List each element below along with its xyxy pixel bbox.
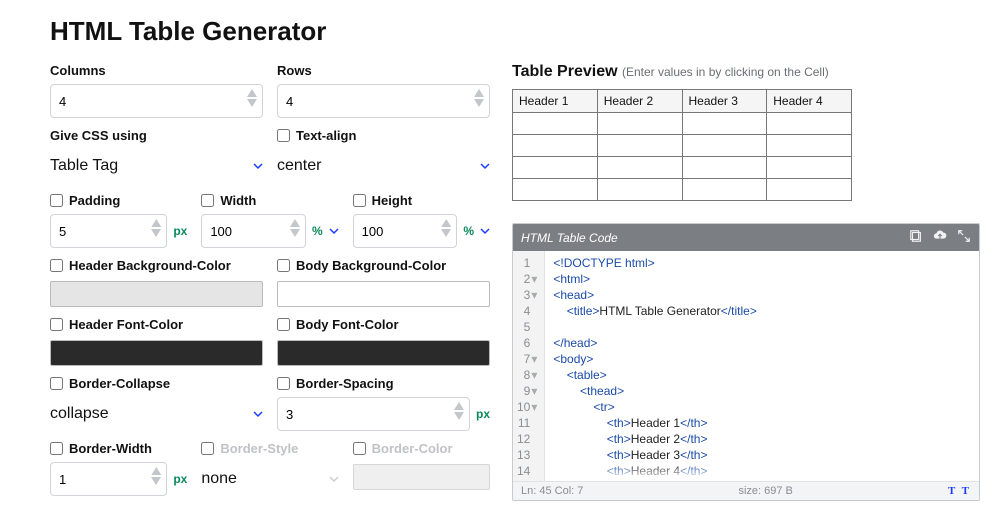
editor-title: HTML Table Code — [521, 231, 618, 245]
preview-cell[interactable] — [682, 135, 767, 157]
stepper-icon[interactable] — [474, 89, 484, 107]
border-collapse-select[interactable]: collapse — [50, 397, 263, 431]
preview-header-cell[interactable]: Header 4 — [767, 90, 852, 113]
height-unit-select[interactable]: % — [463, 224, 490, 238]
header-bg-swatch[interactable] — [50, 281, 263, 307]
body-bg-label[interactable]: Body Background-Color — [277, 258, 490, 273]
columns-input[interactable] — [50, 84, 263, 118]
preview-cell[interactable] — [682, 113, 767, 135]
preview-header-cell[interactable]: Header 1 — [513, 90, 598, 113]
stepper-icon[interactable] — [151, 219, 161, 237]
border-collapse-checkbox[interactable] — [50, 377, 63, 390]
preview-cell[interactable] — [597, 179, 682, 201]
preview-cell[interactable] — [767, 113, 852, 135]
border-spacing-input[interactable] — [277, 397, 470, 431]
settings-panel: Columns Rows Give CSS using Table Tag Te… — [50, 63, 490, 506]
body-font-checkbox[interactable] — [277, 318, 290, 331]
border-collapse-label[interactable]: Border-Collapse — [50, 376, 263, 391]
header-font-label[interactable]: Header Font-Color — [50, 317, 263, 332]
stepper-icon[interactable] — [454, 402, 464, 420]
editor-text-tool-icon[interactable]: T T — [948, 485, 971, 497]
preview-cell[interactable] — [513, 157, 598, 179]
chevron-down-icon — [480, 226, 490, 236]
stepper-icon[interactable] — [290, 219, 300, 237]
preview-header-cell[interactable]: Header 3 — [682, 90, 767, 113]
body-font-label[interactable]: Body Font-Color — [277, 317, 490, 332]
header-bg-label[interactable]: Header Background-Color — [50, 258, 263, 273]
chevron-down-icon — [253, 161, 263, 171]
height-checkbox[interactable] — [353, 194, 366, 207]
preview-cell[interactable] — [597, 135, 682, 157]
body-bg-checkbox[interactable] — [277, 259, 290, 272]
code-editor: HTML Table Code 1 2▾3▾4 5 6 7▾8▾9▾10▾11 … — [512, 223, 980, 501]
chevron-down-icon — [329, 226, 339, 236]
border-style-checkbox[interactable] — [201, 442, 214, 455]
text-align-checkbox[interactable] — [277, 129, 290, 142]
page-title: HTML Table Generator — [50, 16, 1000, 47]
rows-input[interactable] — [277, 84, 490, 118]
header-bg-checkbox[interactable] — [50, 259, 63, 272]
preview-cell[interactable] — [597, 157, 682, 179]
preview-cell[interactable] — [767, 157, 852, 179]
width-label[interactable]: Width — [201, 193, 338, 208]
chevron-down-icon — [329, 474, 339, 484]
border-width-checkbox[interactable] — [50, 442, 63, 455]
preview-header-cell[interactable]: Header 2 — [597, 90, 682, 113]
text-align-label[interactable]: Text-align — [277, 128, 490, 143]
css-using-select[interactable]: Table Tag — [50, 149, 263, 183]
padding-label[interactable]: Padding — [50, 193, 187, 208]
width-unit-select[interactable]: % — [312, 224, 339, 238]
border-color-checkbox[interactable] — [353, 442, 366, 455]
border-width-unit: px — [173, 472, 187, 486]
padding-input[interactable] — [50, 214, 167, 248]
width-checkbox[interactable] — [201, 194, 214, 207]
copy-icon[interactable] — [909, 229, 923, 246]
chevron-down-icon — [253, 409, 263, 419]
body-bg-swatch[interactable] — [277, 281, 490, 307]
padding-unit: px — [173, 224, 187, 238]
preview-cell[interactable] — [682, 157, 767, 179]
expand-icon[interactable] — [957, 229, 971, 246]
border-width-input[interactable] — [50, 462, 167, 496]
text-align-select[interactable]: center — [277, 149, 490, 183]
padding-checkbox[interactable] — [50, 194, 63, 207]
preview-heading: Table Preview (Enter values in by clicki… — [512, 63, 980, 81]
editor-cursor-pos: Ln: 45 Col: 7 — [521, 485, 583, 497]
chevron-down-icon — [480, 161, 490, 171]
stepper-icon[interactable] — [151, 467, 161, 485]
border-spacing-label[interactable]: Border-Spacing — [277, 376, 490, 391]
preview-table[interactable]: Header 1Header 2Header 3Header 4 — [512, 89, 852, 201]
css-using-label: Give CSS using — [50, 128, 263, 143]
border-color-label[interactable]: Border-Color — [353, 441, 490, 456]
height-label[interactable]: Height — [353, 193, 490, 208]
body-font-swatch[interactable] — [277, 340, 490, 366]
preview-cell[interactable] — [513, 113, 598, 135]
border-width-label[interactable]: Border-Width — [50, 441, 187, 456]
editor-size: size: 697 B — [738, 485, 792, 497]
stepper-icon[interactable] — [441, 219, 451, 237]
preview-cell[interactable] — [513, 135, 598, 157]
border-spacing-checkbox[interactable] — [277, 377, 290, 390]
header-font-checkbox[interactable] — [50, 318, 63, 331]
border-style-select[interactable]: none — [201, 462, 338, 496]
preview-cell[interactable] — [513, 179, 598, 201]
code-area[interactable]: 1 2▾3▾4 5 6 7▾8▾9▾10▾11 12 13 14 15 16 <… — [513, 251, 979, 481]
stepper-icon[interactable] — [247, 89, 257, 107]
border-style-label[interactable]: Border-Style — [201, 441, 338, 456]
preview-cell[interactable] — [597, 113, 682, 135]
preview-cell[interactable] — [767, 135, 852, 157]
cloud-upload-icon[interactable] — [933, 229, 947, 246]
border-color-swatch[interactable] — [353, 464, 490, 490]
columns-label: Columns — [50, 63, 263, 78]
preview-cell[interactable] — [767, 179, 852, 201]
header-font-swatch[interactable] — [50, 340, 263, 366]
preview-cell[interactable] — [682, 179, 767, 201]
rows-label: Rows — [277, 63, 490, 78]
border-spacing-unit: px — [476, 407, 490, 421]
